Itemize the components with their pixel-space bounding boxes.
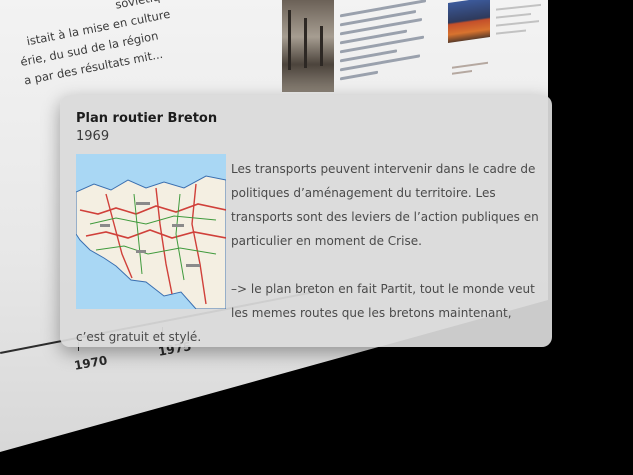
train-caption <box>452 57 492 79</box>
event-description: Les transports peuvent intervenir dans l… <box>76 157 540 349</box>
event-title: Plan routier Breton <box>76 111 218 126</box>
event-date: 1969 <box>76 129 110 144</box>
background-article-column <box>496 0 546 63</box>
ship-photo[interactable] <box>282 0 334 92</box>
timeline-year-label: 1970 <box>73 353 109 373</box>
event-detail-popup[interactable]: Plan routier Breton 1969 Les transports … <box>60 95 552 347</box>
train-photo[interactable] <box>448 0 490 43</box>
background-article-text: ntation soviétique. Le istait à la mise … <box>4 0 207 91</box>
background-article-column <box>340 0 435 98</box>
